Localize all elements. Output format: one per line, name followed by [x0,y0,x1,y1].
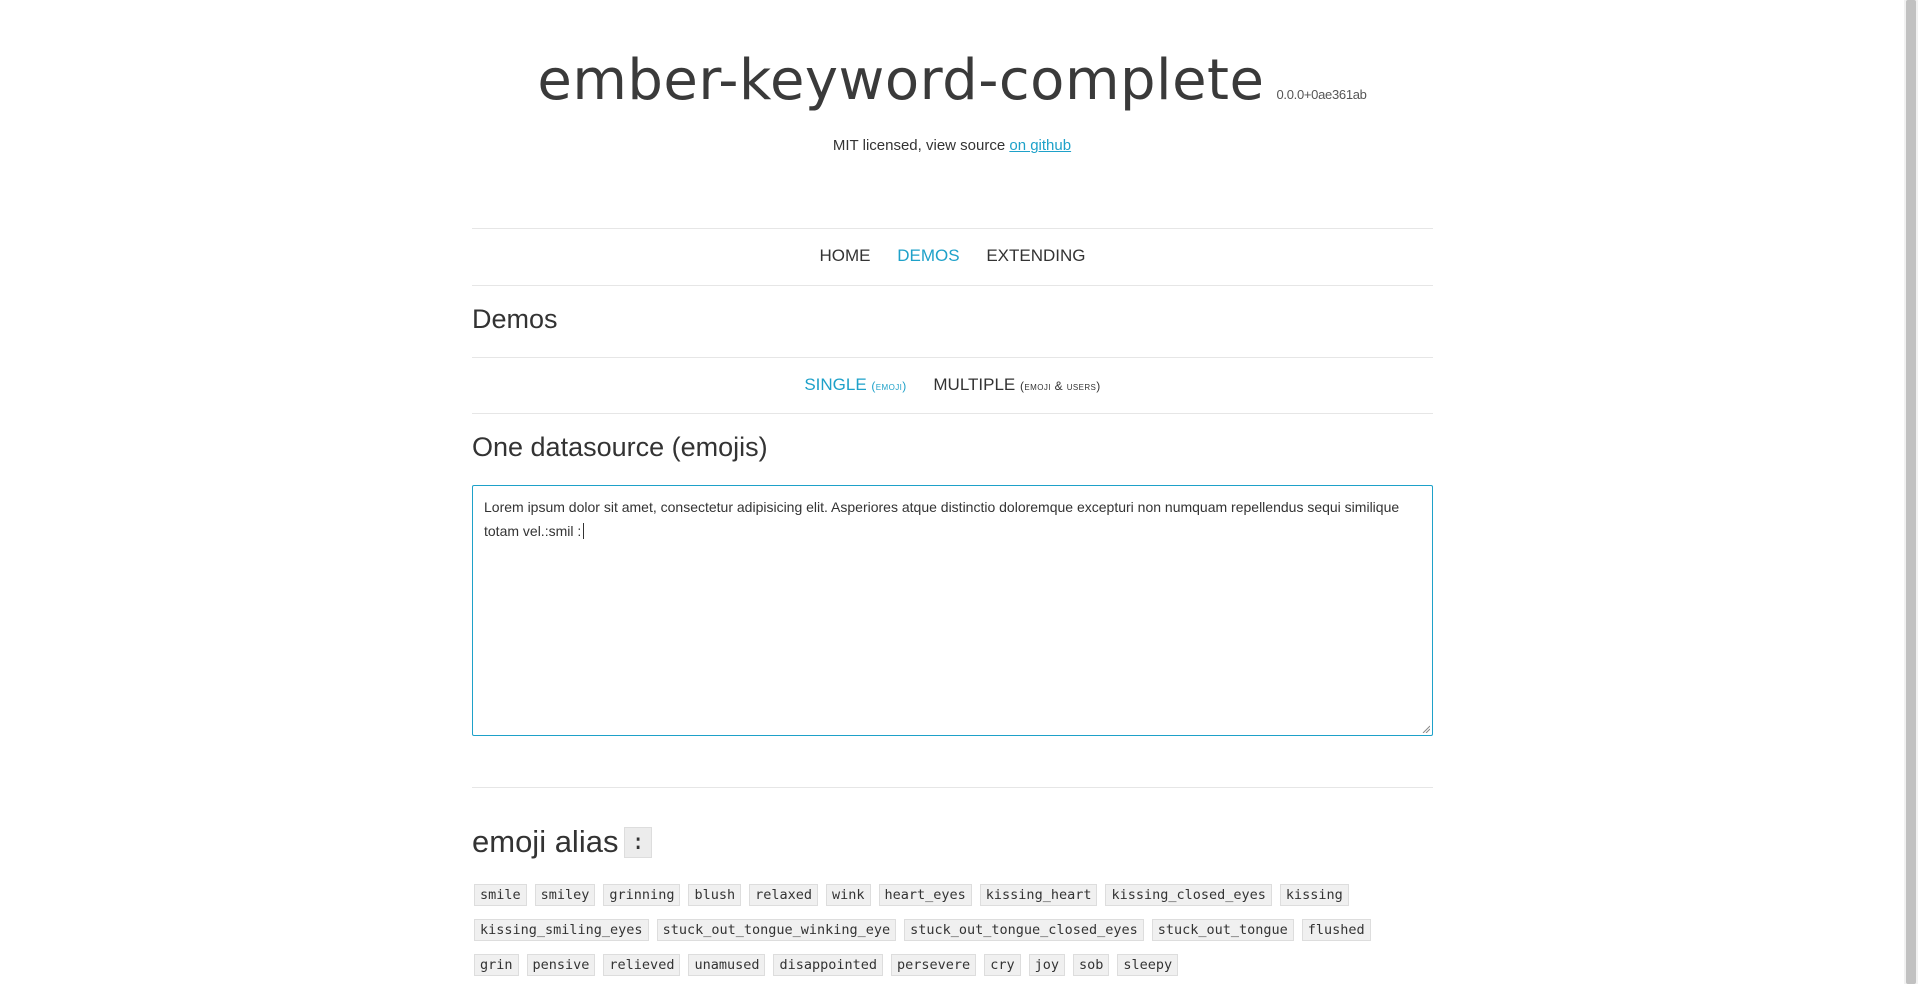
emoji-alias-tag[interactable]: kissing_closed_eyes [1105,884,1272,906]
divider [472,413,1433,414]
emoji-alias-tag[interactable]: stuck_out_tongue_winking_eye [656,919,897,941]
emoji-alias-tag[interactable]: kissing_smiling_eyes [474,919,649,941]
emoji-alias-tag[interactable]: flushed [1301,919,1371,941]
tab-multiple-sub: (EMOJI & USERS) [1020,379,1101,393]
emoji-alias-tag[interactable]: stuck_out_tongue [1151,919,1294,941]
nav-home[interactable]: HOME [820,246,871,266]
divider [472,285,1433,286]
page-title: ember-keyword-complete [537,48,1265,113]
divider [472,787,1433,788]
emoji-list: smile smiley grinning blush relaxed wink heart… [472,884,1433,989]
alias-heading: emoji alias: [472,824,652,860]
emoji-alias-tag[interactable]: relaxed [749,884,818,906]
emoji-alias-tag[interactable]: persevere [891,954,977,976]
alias-heading-text: emoji alias [472,824,619,859]
emoji-alias-tag[interactable]: pensive [526,954,596,976]
textarea-value: Lorem ipsum dolor sit amet, consectetur … [484,499,1400,539]
page: ember-keyword-complete 0.0.0+0ae361ab MIT… [0,0,1904,984]
emoji-alias-tag[interactable]: joy [1028,954,1065,976]
scrollbar-thumb[interactable] [1906,0,1916,984]
tab-single-label: SINGLE [804,375,867,394]
license-text: MIT licensed, view source [832,137,1010,154]
emoji-alias-tag[interactable]: cry [984,954,1021,976]
divider [472,228,1433,229]
emoji-alias-tag[interactable]: relieved [603,954,681,976]
emoji-alias-tag[interactable]: kissing [1279,884,1349,906]
demo-tabs: SINGLE (EMOJI) MULTIPLE (EMOJI & USERS) [472,375,1433,395]
emoji-alias-tag[interactable]: sob [1072,954,1110,976]
emoji-alias-tag[interactable]: heart_eyes [878,884,972,906]
section-heading: One datasource (emojis) [472,432,768,462]
emoji-alias-tag[interactable]: disappointed [773,954,884,976]
emoji-alias-tag[interactable]: blush [688,884,742,906]
emoji-textarea[interactable]: Lorem ipsum dolor sit amet, consectetur … [472,485,1433,736]
emoji-alias-tag[interactable]: kissing_heart [979,884,1098,906]
tab-multiple[interactable]: MULTIPLE (EMOJI & USERS) [933,375,1100,395]
emoji-alias-tag[interactable]: smile [474,884,527,906]
emoji-alias-tag[interactable]: wink [826,884,871,906]
emoji-alias-tag[interactable]: stuck_out_tongue_closed_eyes [904,919,1144,941]
tab-single[interactable]: SINGLE (EMOJI) [804,375,906,395]
divider [472,357,1433,358]
emoji-row: kissing_smiling_eyes stuck_out_tongue_win… [472,919,1433,954]
emoji-row: smile smiley grinning blush relaxed wink heart… [472,884,1433,919]
resize-grip-icon[interactable] [1422,725,1430,733]
emoji-alias-tag[interactable]: grin [474,954,519,976]
text-caret [583,523,585,539]
tab-single-sub: (EMOJI) [871,379,907,393]
emoji-alias-tag[interactable]: unamused [688,954,766,976]
nav-extending[interactable]: EXTENDING [986,246,1085,266]
version-label: 0.0.0+0ae361ab [1276,87,1367,102]
demos-heading: Demos [472,304,558,334]
textarea-content: Lorem ipsum dolor sit amet, consectetur … [484,495,1419,543]
page-header: ember-keyword-complete 0.0.0+0ae361ab [0,48,1904,113]
github-link[interactable]: on github [1009,137,1071,154]
emoji-alias-tag[interactable]: sleepy [1117,954,1179,976]
emoji-alias-tag[interactable]: grinning [603,884,681,906]
license-line: MIT licensed, view source on github [0,137,1904,154]
nav-demos[interactable]: DEMOS [897,246,959,266]
emoji-alias-tag[interactable]: smiley [534,884,596,906]
main-nav: HOME DEMOS EXTENDING [472,246,1433,266]
tab-multiple-label: MULTIPLE [933,375,1016,394]
alias-trigger: : [624,827,652,858]
